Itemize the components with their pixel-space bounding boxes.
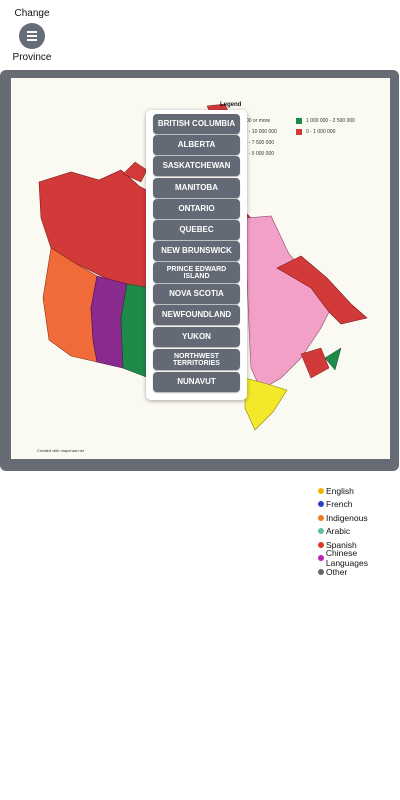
province-button-quebec[interactable]: QUEBEC [153,220,240,240]
legend-swatch [296,129,302,135]
change-label: Change [14,8,50,19]
hamburger-icon[interactable] [19,23,45,49]
language-label: Chinese Languages [325,548,368,569]
map-legend-item: 0 - 1 000 000 [296,129,335,135]
province-button-alberta[interactable]: ALBERTA [153,135,240,155]
language-legend-item: English [318,484,400,498]
language-legend-item: Chinese Languages [318,548,400,568]
legend-swatch [296,118,302,124]
map-credit: Created with mapchart.net [37,448,84,453]
legend-dot-icon [318,528,324,535]
province-label: Province [12,52,52,63]
change-province-toggle: Change Province [0,8,64,64]
province-button-prince-edward-island[interactable]: PRINCE EDWARD ISLAND [153,262,240,283]
map-region-ontario [244,377,288,431]
province-button-nova-scotia[interactable]: NOVA SCOTIA [153,284,240,304]
legend-dot-icon [318,487,324,494]
province-button-saskatchewan[interactable]: SASKATCHEWAN [153,156,240,176]
language-label: English [326,485,354,496]
province-menu: BRITISH COLUMBIA ALBERTA SASKATCHEWAN MA… [146,110,247,400]
province-button-new-brunswick[interactable]: NEW BRUNSWICK [153,241,240,261]
legend-dot-icon [318,555,324,562]
province-button-yukon[interactable]: YUKON [153,327,240,347]
province-button-northwest-territories[interactable]: NORTHWEST TERRITORIES [153,349,240,370]
legend-dot-icon [318,501,324,508]
province-button-newfoundland[interactable]: NEWFOUNDLAND [153,305,240,325]
province-button-british-columbia[interactable]: BRITISH COLUMBIA [153,114,240,134]
province-button-ontario[interactable]: ONTARIO [153,199,240,219]
language-legend: English French Indigenous Arabic Spanish… [318,484,400,579]
map-legend-title: Legend [220,102,242,108]
legend-dot-icon [318,541,324,548]
province-button-manitoba[interactable]: MANITOBA [153,178,240,198]
language-legend-item: Indigenous [318,511,400,525]
language-label: Other [326,566,348,577]
language-legend-item: Arabic [318,525,400,539]
map-region-maritimes [300,347,330,379]
map-legend-item: 1 000 000 - 2 500 000 [296,118,355,124]
map-legend-label: 0 - 1 000 000 [306,129,336,135]
language-label: Arabic [326,526,351,537]
map-legend-label: 1 000 000 - 2 500 000 [306,118,355,124]
legend-dot-icon [318,568,324,575]
language-label: Indigenous [326,512,368,523]
province-button-nunavut[interactable]: NUNAVUT [153,372,240,392]
language-legend-item: French [318,498,400,512]
language-label: French [326,499,353,510]
legend-dot-icon [318,514,324,521]
